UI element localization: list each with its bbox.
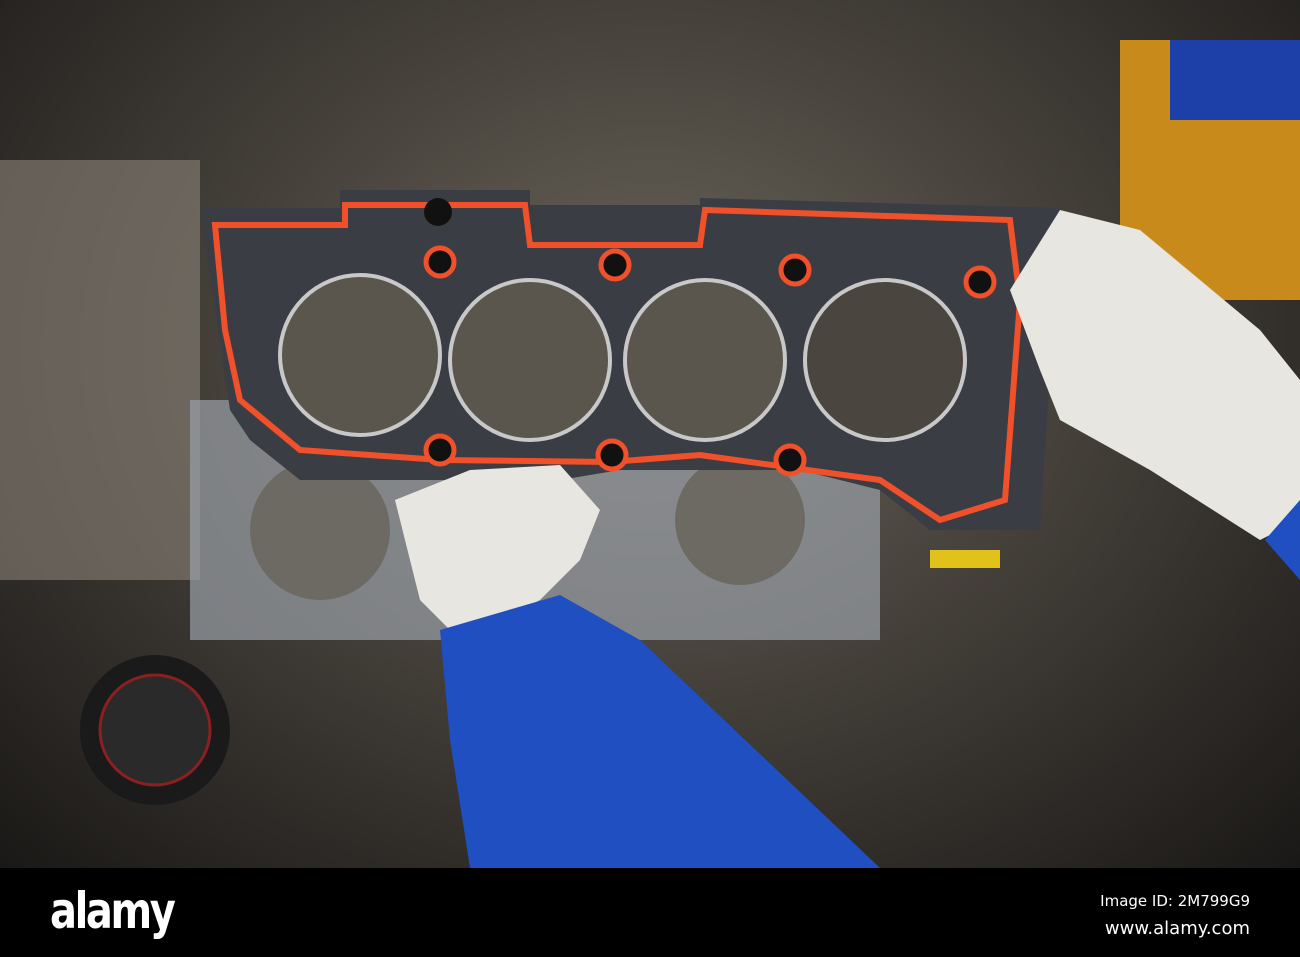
battery-top: [1170, 40, 1300, 120]
alamy-logo: alamy: [50, 882, 176, 940]
stock-footer-bar: alamy Image ID: 2M799G9 www.alamy.com: [0, 868, 1300, 957]
image-id-label: Image ID: 2M799G9: [1100, 892, 1250, 910]
photo-engine-head-gasket: [0, 0, 1300, 868]
site-url: www.alamy.com: [1104, 918, 1250, 939]
piston: [250, 460, 390, 600]
dipstick-handle: [930, 550, 1000, 568]
photo-illustration: [0, 40, 1300, 868]
engine-left-part: [0, 160, 200, 580]
